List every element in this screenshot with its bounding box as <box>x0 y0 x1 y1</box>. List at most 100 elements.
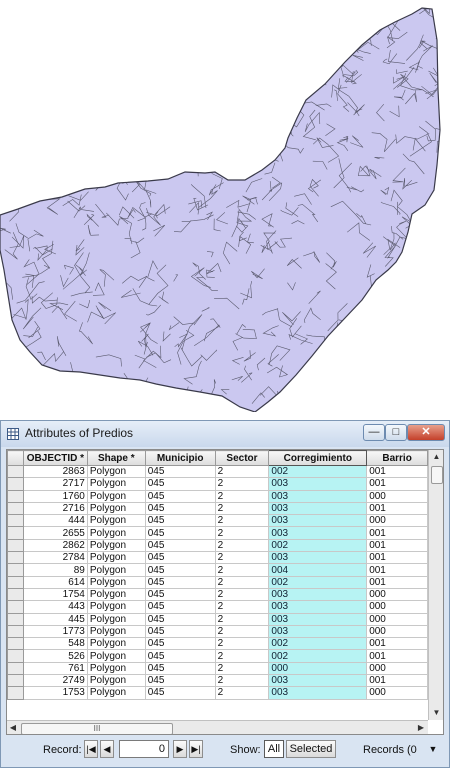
cell-barrio[interactable]: 001 <box>366 563 428 577</box>
previous-record-button[interactable]: ◀ <box>100 740 114 758</box>
cell-municipio[interactable]: 045 <box>144 526 216 540</box>
row-selector[interactable] <box>7 514 24 528</box>
cell-sector[interactable]: 2 <box>214 514 270 528</box>
cell-objectid[interactable]: 89 <box>22 563 88 577</box>
cell-shape[interactable]: Polygon <box>86 600 146 614</box>
cell-objectid[interactable]: 548 <box>22 637 88 651</box>
cell-barrio[interactable]: 000 <box>366 686 428 700</box>
cell-barrio[interactable]: 001 <box>366 477 428 491</box>
cell-objectid[interactable]: 2863 <box>22 464 88 479</box>
cell-municipio[interactable]: 045 <box>144 489 216 503</box>
row-selector[interactable] <box>7 649 24 663</box>
table-row[interactable]: 2716 Polygon 045 2 003 001 <box>7 501 428 516</box>
row-selector[interactable] <box>7 563 24 577</box>
cell-sector[interactable]: 2 <box>214 624 270 639</box>
cell-corregimiento[interactable]: 003 <box>268 551 368 565</box>
table-row[interactable]: 526 Polygon 045 2 002 001 <box>7 649 428 663</box>
cell-barrio[interactable]: 001 <box>366 674 428 688</box>
cell-barrio[interactable]: 001 <box>366 538 428 553</box>
cell-shape[interactable]: Polygon <box>86 686 146 700</box>
cell-municipio[interactable]: 045 <box>144 661 216 676</box>
cell-barrio[interactable]: 001 <box>366 649 428 663</box>
cell-shape[interactable]: Polygon <box>86 587 146 602</box>
cell-municipio[interactable]: 045 <box>144 501 216 516</box>
cell-shape[interactable]: Polygon <box>86 624 146 639</box>
table-row[interactable]: 1760 Polygon 045 2 003 000 <box>7 489 428 503</box>
table-row[interactable]: 1753 Polygon 045 2 003 000 <box>7 686 428 700</box>
row-selector[interactable] <box>7 551 24 565</box>
cell-objectid[interactable]: 2716 <box>22 501 88 516</box>
cell-objectid[interactable]: 1753 <box>22 686 88 700</box>
cell-shape[interactable]: Polygon <box>86 637 146 651</box>
cell-sector[interactable]: 2 <box>214 674 270 688</box>
cell-corregimiento[interactable]: 003 <box>268 514 368 528</box>
cell-municipio[interactable]: 045 <box>144 600 216 614</box>
cell-corregimiento[interactable]: 002 <box>268 649 368 663</box>
column-header-sector[interactable]: Sector <box>214 450 270 466</box>
cell-sector[interactable]: 2 <box>214 526 270 540</box>
cell-corregimiento[interactable]: 003 <box>268 477 368 491</box>
cell-objectid[interactable]: 445 <box>22 612 88 626</box>
cell-shape[interactable]: Polygon <box>86 563 146 577</box>
row-selector[interactable] <box>7 489 24 503</box>
cell-objectid[interactable]: 2749 <box>22 674 88 688</box>
record-number-input[interactable]: 0 <box>119 740 169 758</box>
show-all-button[interactable]: All <box>264 740 284 758</box>
row-selector[interactable] <box>7 624 24 639</box>
horizontal-scroll-thumb[interactable]: III <box>21 723 173 734</box>
cell-municipio[interactable]: 045 <box>144 649 216 663</box>
row-selector[interactable] <box>7 575 24 589</box>
cell-objectid[interactable]: 443 <box>22 600 88 614</box>
cell-shape[interactable]: Polygon <box>86 538 146 553</box>
cell-corregimiento[interactable]: 003 <box>268 526 368 540</box>
cell-municipio[interactable]: 045 <box>144 464 216 479</box>
cell-objectid[interactable]: 444 <box>22 514 88 528</box>
cell-corregimiento[interactable]: 003 <box>268 600 368 614</box>
cell-corregimiento[interactable]: 003 <box>268 489 368 503</box>
table-row[interactable]: 2717 Polygon 045 2 003 001 <box>7 477 428 491</box>
cell-barrio[interactable]: 000 <box>366 661 428 676</box>
cell-corregimiento[interactable]: 003 <box>268 686 368 700</box>
scroll-down-arrow-icon[interactable]: ▼ <box>429 706 443 720</box>
row-selector[interactable] <box>7 600 24 614</box>
row-selector[interactable] <box>7 538 24 553</box>
cell-objectid[interactable]: 2717 <box>22 477 88 491</box>
scroll-left-arrow-icon[interactable]: ◀ <box>7 721 19 734</box>
cell-sector[interactable]: 2 <box>214 575 270 589</box>
cell-barrio[interactable]: 001 <box>366 464 428 479</box>
row-selector[interactable] <box>7 612 24 626</box>
show-selected-button[interactable]: Selected <box>286 740 336 758</box>
cell-municipio[interactable]: 045 <box>144 477 216 491</box>
cell-barrio[interactable]: 001 <box>366 575 428 589</box>
cell-objectid[interactable]: 614 <box>22 575 88 589</box>
horizontal-scrollbar[interactable]: ◀ III ▶ <box>7 720 428 734</box>
cell-objectid[interactable]: 2784 <box>22 551 88 565</box>
options-dropdown-icon[interactable]: ▼ <box>426 742 440 756</box>
table-row[interactable]: 2862 Polygon 045 2 002 001 <box>7 538 428 553</box>
row-selector[interactable] <box>7 501 24 516</box>
close-button[interactable]: ✕ <box>407 424 445 441</box>
cell-corregimiento[interactable]: 003 <box>268 674 368 688</box>
cell-corregimiento[interactable]: 002 <box>268 575 368 589</box>
cell-sector[interactable]: 2 <box>214 587 270 602</box>
row-selector[interactable] <box>7 477 24 491</box>
cell-barrio[interactable]: 001 <box>366 526 428 540</box>
first-record-button[interactable]: |◀ <box>84 740 98 758</box>
cell-corregimiento[interactable]: 002 <box>268 637 368 651</box>
maximize-button[interactable]: □ <box>385 424 407 441</box>
table-row[interactable]: 2863 Polygon 045 2 002 001 <box>7 464 428 479</box>
cell-sector[interactable]: 2 <box>214 686 270 700</box>
row-selector[interactable] <box>7 587 24 602</box>
cell-municipio[interactable]: 045 <box>144 538 216 553</box>
table-row[interactable]: 1773 Polygon 045 2 003 000 <box>7 624 428 639</box>
cell-corregimiento[interactable]: 000 <box>268 661 368 676</box>
cell-objectid[interactable]: 761 <box>22 661 88 676</box>
cell-objectid[interactable]: 2862 <box>22 538 88 553</box>
cell-sector[interactable]: 2 <box>214 538 270 553</box>
cell-shape[interactable]: Polygon <box>86 612 146 626</box>
row-selector[interactable] <box>7 526 24 540</box>
row-selector[interactable] <box>7 464 24 479</box>
cell-municipio[interactable]: 045 <box>144 563 216 577</box>
table-row[interactable]: 2655 Polygon 045 2 003 001 <box>7 526 428 540</box>
cell-municipio[interactable]: 045 <box>144 686 216 700</box>
